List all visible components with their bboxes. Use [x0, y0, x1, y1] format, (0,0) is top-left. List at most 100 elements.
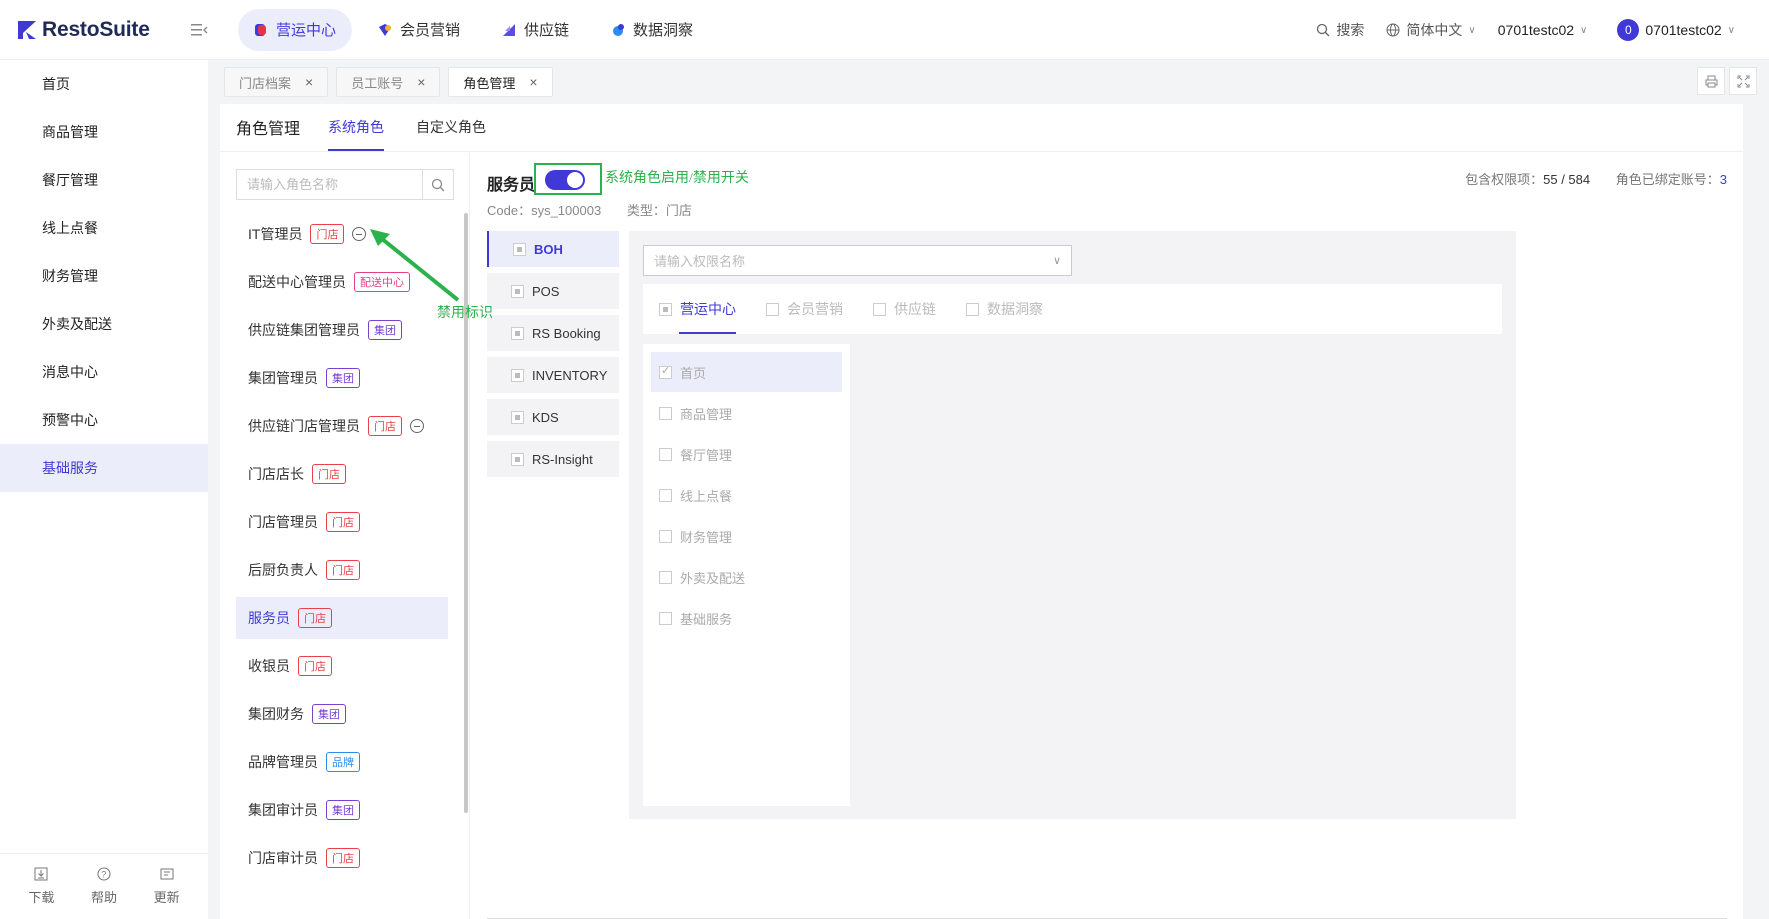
page-tab-employee-accounts[interactable]: 员工账号 ×	[336, 67, 441, 97]
permission-menu-item[interactable]: 餐厅管理	[651, 434, 842, 474]
bound-accounts-link[interactable]: 3	[1720, 172, 1727, 187]
update-icon	[160, 868, 174, 880]
permission-module-tab[interactable]: 数据洞察	[966, 284, 1043, 334]
system-item[interactable]: BOH	[487, 231, 619, 267]
permission-menu-label: 基础服务	[680, 611, 733, 627]
role-list-item[interactable]: 门店店长 门店	[236, 453, 448, 495]
sidebar-item-basic-services[interactable]: 基础服务	[0, 444, 208, 492]
permission-search-select[interactable]: 请输入权限名称 ∨	[643, 245, 1072, 276]
permission-menu-item[interactable]: 外卖及配送	[651, 557, 842, 597]
system-item[interactable]: INVENTORY	[487, 357, 619, 393]
update-label: 更新	[153, 890, 180, 905]
role-list-item[interactable]: 供应链集团管理员 集团	[236, 309, 448, 351]
org-label: 0701testc02	[1497, 22, 1575, 38]
permission-checkbox[interactable]	[659, 529, 672, 543]
role-search-input[interactable]	[237, 170, 422, 199]
help-button[interactable]: ? 帮助	[91, 867, 117, 906]
permission-module-tab[interactable]: 营运中心	[659, 284, 736, 334]
permission-module-tab[interactable]: 供应链	[873, 284, 936, 334]
role-list-item[interactable]: 门店管理员 门店	[236, 501, 448, 543]
system-checkbox[interactable]	[511, 368, 524, 382]
language-selector[interactable]: 简体中文 ∨	[1386, 20, 1476, 40]
module-tab-member-marketing[interactable]: 会员营销	[362, 9, 476, 51]
role-scope-badge: 门店	[298, 608, 332, 628]
permission-menu-item[interactable]: 首页	[651, 352, 842, 392]
permission-checkbox[interactable]	[659, 488, 672, 502]
close-icon[interactable]: ×	[529, 74, 537, 90]
sidebar-item-messages[interactable]: 消息中心	[0, 348, 208, 396]
system-checkbox[interactable]	[511, 452, 524, 466]
permission-checkbox[interactable]	[659, 364, 672, 379]
role-search-button[interactable]	[422, 170, 453, 199]
module-checkbox[interactable]	[873, 302, 886, 316]
permission-menu-list: 首页商品管理餐厅管理线上点餐财务管理外卖及配送基础服务	[643, 344, 850, 806]
role-list-item[interactable]: 服务员 门店	[236, 597, 448, 639]
role-list: IT管理员 门店 配送中心管理员 配送中心 供应链集团管理员 集团 集团管理员 集团 供应链门店…	[236, 213, 448, 873]
system-item[interactable]: POS	[487, 273, 619, 309]
permission-menu-item[interactable]: 财务管理	[651, 516, 842, 556]
permission-checkbox[interactable]	[659, 570, 672, 584]
role-scope-badge: 门店	[326, 512, 360, 532]
role-list-item[interactable]: 集团财务 集团	[236, 693, 448, 735]
role-list-item[interactable]: 后厨负责人 门店	[236, 549, 448, 591]
toggle-highlight-box	[534, 163, 602, 195]
system-checkbox[interactable]	[511, 410, 524, 424]
user-menu[interactable]: 0 0701testc02 ∨	[1617, 19, 1735, 41]
module-tab-data-insight[interactable]: 数据洞察	[595, 9, 709, 51]
permission-module-tab[interactable]: 会员营销	[766, 284, 843, 334]
role-list-item[interactable]: 供应链门店管理员 门店	[236, 405, 448, 447]
update-button[interactable]: 更新	[154, 867, 180, 906]
permission-checkbox[interactable]	[659, 447, 672, 461]
disabled-minus-icon	[410, 419, 424, 433]
tab-system-roles[interactable]: 系统角色	[328, 103, 385, 151]
page-tab-role-management[interactable]: 角色管理 ×	[448, 67, 553, 97]
role-list-item[interactable]: 品牌管理员 品牌	[236, 741, 448, 783]
permission-menu-item[interactable]: 商品管理	[651, 393, 842, 433]
system-checkbox[interactable]	[511, 284, 524, 298]
role-enable-toggle[interactable]	[545, 170, 585, 190]
permission-menu-item[interactable]: 线上点餐	[651, 475, 842, 515]
module-label: 数据洞察	[633, 22, 694, 39]
permission-checkbox[interactable]	[659, 611, 672, 625]
role-list-item[interactable]: 收银员 门店	[236, 645, 448, 687]
collapse-menu-icon[interactable]	[190, 22, 208, 38]
role-scope-badge: 集团	[368, 320, 402, 340]
role-list-item[interactable]: 门店审计员 门店	[236, 837, 448, 873]
module-checkbox[interactable]	[659, 302, 672, 316]
tab-custom-roles[interactable]: 自定义角色	[416, 103, 486, 151]
module-checkbox[interactable]	[766, 302, 779, 316]
role-list-item[interactable]: 集团审计员 集团	[236, 789, 448, 831]
page-tab-store-profile[interactable]: 门店档案 ×	[224, 67, 329, 97]
system-item[interactable]: RS-Insight	[487, 441, 619, 477]
sidebar-item-products[interactable]: 商品管理	[0, 108, 208, 156]
sidebar-item-home[interactable]: 首页	[0, 60, 208, 108]
system-item[interactable]: KDS	[487, 399, 619, 435]
permission-menu-label: 首页	[680, 365, 707, 381]
sidebar-item-online-ordering[interactable]: 线上点餐	[0, 204, 208, 252]
permission-menu-item[interactable]: 基础服务	[651, 598, 842, 638]
org-selector[interactable]: 0701testc02 ∨	[1498, 22, 1588, 38]
language-label: 简体中文	[1406, 22, 1463, 38]
global-search-button[interactable]: 搜索	[1316, 20, 1364, 40]
brand-logo[interactable]: RestoSuite	[16, 18, 206, 42]
sidebar-item-delivery[interactable]: 外卖及配送	[0, 300, 208, 348]
sidebar-item-finance[interactable]: 财务管理	[0, 252, 208, 300]
module-tab-operations[interactable]: 营运中心	[238, 8, 353, 51]
close-icon[interactable]: ×	[417, 74, 425, 90]
role-name-label: 门店审计员	[248, 850, 318, 866]
sidebar-item-alerts[interactable]: 预警中心	[0, 396, 208, 444]
fullscreen-button[interactable]	[1729, 67, 1757, 95]
chevron-down-icon: ∨	[1468, 24, 1476, 36]
print-button[interactable]	[1697, 67, 1725, 95]
system-list: BOH POS RS Booking INVENTORY KDS RS-Insight	[487, 231, 619, 483]
system-checkbox[interactable]	[511, 326, 524, 340]
module-checkbox[interactable]	[966, 302, 979, 316]
close-icon[interactable]: ×	[305, 74, 313, 90]
sidebar-item-restaurants[interactable]: 餐厅管理	[0, 156, 208, 204]
module-tab-supply-chain[interactable]: 供应链	[486, 9, 585, 51]
download-button[interactable]: 下载	[28, 867, 54, 906]
permission-checkbox[interactable]	[659, 406, 672, 420]
system-item[interactable]: RS Booking	[487, 315, 619, 351]
system-checkbox[interactable]	[513, 242, 526, 256]
role-list-item[interactable]: 集团管理员 集团	[236, 357, 448, 399]
